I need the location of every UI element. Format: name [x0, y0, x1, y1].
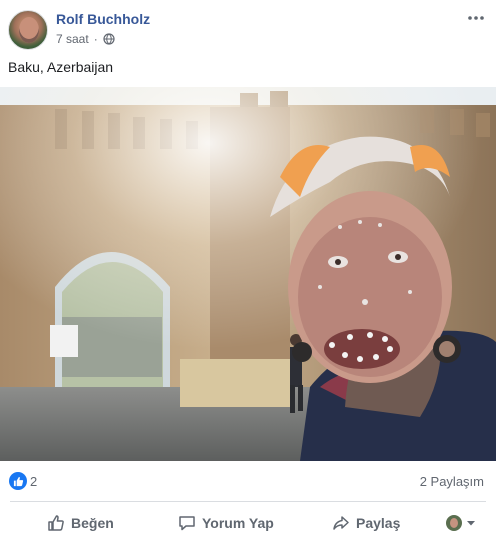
- meta-separator: ·: [93, 32, 98, 46]
- avatar: [446, 515, 462, 531]
- more-icon[interactable]: [466, 8, 486, 28]
- like-count[interactable]: 2: [30, 474, 37, 489]
- like-button-label: Beğen: [71, 515, 114, 531]
- post-time[interactable]: 7 saat: [56, 32, 89, 46]
- post-stats: 2 2 Paylaşım: [0, 466, 496, 494]
- share-count[interactable]: 2 Paylaşım: [420, 474, 484, 489]
- share-icon: [333, 516, 349, 530]
- author-name[interactable]: Rolf Buchholz: [56, 11, 150, 27]
- facebook-post: Rolf Buchholz 7 saat · Baku, Azerbaijan: [0, 0, 496, 545]
- comment-button-label: Yorum Yap: [202, 515, 274, 531]
- avatar[interactable]: [8, 10, 48, 50]
- post-header: Rolf Buchholz 7 saat ·: [0, 0, 496, 56]
- chevron-down-icon: [467, 521, 475, 526]
- post-photo[interactable]: [0, 87, 496, 461]
- post-meta: 7 saat ·: [56, 32, 115, 46]
- share-button-label: Paylaş: [356, 515, 401, 531]
- comment-button[interactable]: Yorum Yap: [178, 508, 274, 538]
- like-reaction-icon[interactable]: [9, 472, 27, 490]
- thumbs-up-icon: [48, 515, 64, 531]
- post-text: Baku, Azerbaijan: [8, 59, 114, 75]
- post-as-selector[interactable]: [446, 508, 482, 538]
- divider: [10, 501, 486, 502]
- like-button[interactable]: Beğen: [47, 508, 114, 538]
- share-button[interactable]: Paylaş: [332, 508, 400, 538]
- post-actions: Beğen Yorum Yap Paylaş: [0, 504, 496, 542]
- comment-icon: [179, 516, 195, 531]
- globe-icon[interactable]: [103, 33, 115, 45]
